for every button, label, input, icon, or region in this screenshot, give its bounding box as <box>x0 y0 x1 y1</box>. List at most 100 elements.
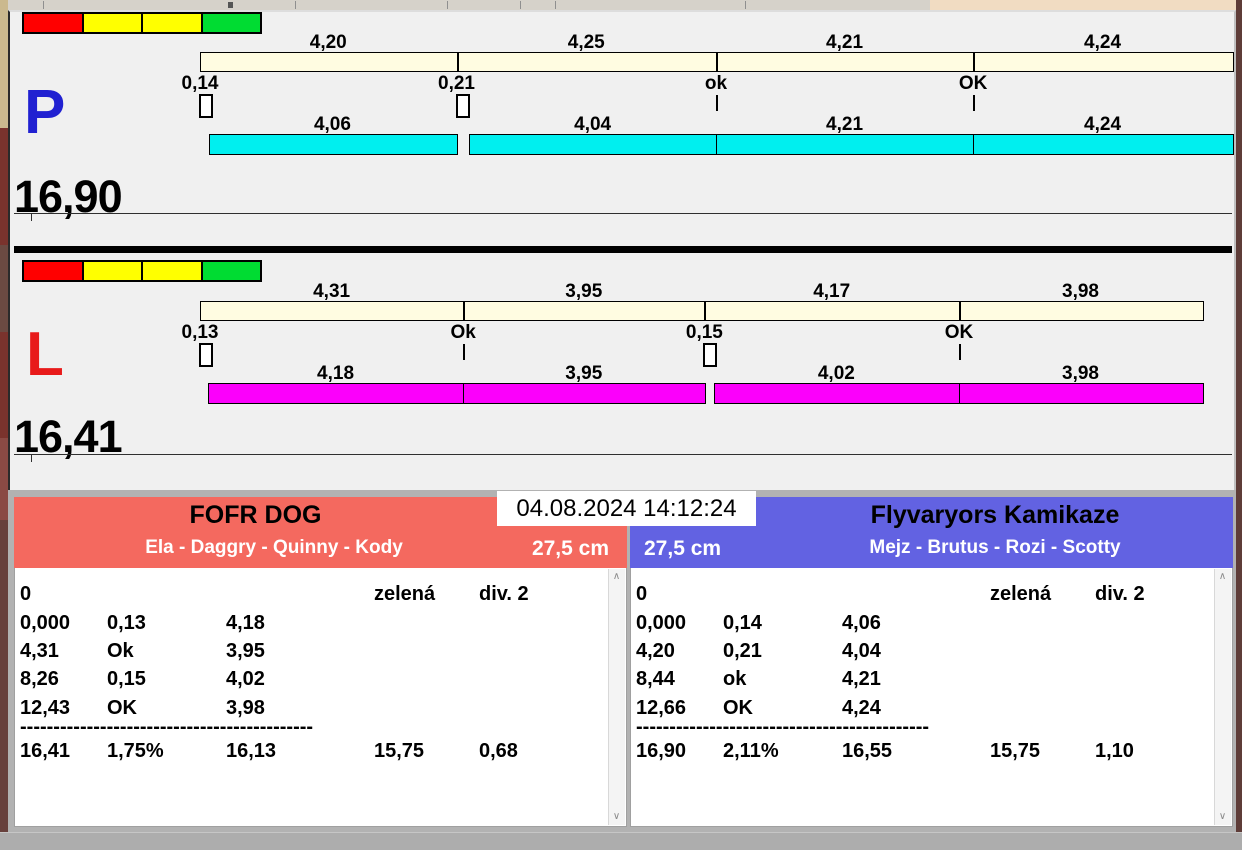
team-right-results-table: 0 zelená div. 2 0,000 0,14 4,06 4,20 0,21 4,04 8,… <box>631 568 1215 826</box>
result-cell: 4,31 <box>20 640 59 662</box>
lane-l-traffic-lights <box>22 260 262 282</box>
gross-split-label: 4,17 <box>813 281 851 302</box>
team-left-scrollbar[interactable]: ∧ ∨ <box>608 569 625 825</box>
background-toolbar-strip <box>0 0 1242 10</box>
summary-row: 16,90 2,11% 16,55 15,75 1,10 <box>631 740 1215 766</box>
crossing-marker-box <box>455 94 470 118</box>
summary-cell: 15,75 <box>990 740 1041 762</box>
gross-bar-separator <box>463 301 466 321</box>
result-cell: 0,13 <box>107 612 146 634</box>
result-row: 8,44 ok 4,21 <box>631 668 1215 694</box>
summary-cell: 16,55 <box>842 740 893 762</box>
result-cell: 0,14 <box>723 612 762 634</box>
result-cell: 8,44 <box>636 668 675 690</box>
crossing-time-label: 0,21 <box>438 73 475 94</box>
toolbar-separator <box>555 1 556 9</box>
result-row: 0 zelená div. 2 <box>15 583 609 609</box>
result-cell: div. 2 <box>479 583 529 605</box>
summary-cell: 0,68 <box>479 740 518 762</box>
crossing-marker-tick <box>959 344 961 360</box>
scrollbar-up-icon[interactable]: ∧ <box>609 569 624 585</box>
result-cell: 4,06 <box>842 612 881 634</box>
crossing-time-label: 0,14 <box>181 73 219 94</box>
net-split-label: 4,06 <box>313 114 351 135</box>
result-cell: 4,21 <box>842 668 881 690</box>
result-cell: 0 <box>636 583 648 605</box>
lane-l-underline <box>14 454 1232 455</box>
net-time-bar-segment <box>973 134 1234 155</box>
traffic-light-3 <box>200 262 260 280</box>
result-cell: 0,21 <box>723 640 762 662</box>
team-right-results-pane[interactable]: 0 zelená div. 2 0,000 0,14 4,06 4,20 0,21 4,04 8,… <box>630 568 1233 827</box>
crossing-marker-tick <box>973 95 976 111</box>
team-left-jump-height: 27,5 cm <box>531 537 609 560</box>
result-row: 4,31 Ok 3,95 <box>15 640 609 666</box>
summary-cell: 16,90 <box>636 740 687 762</box>
crossing-marker-tick <box>716 95 718 111</box>
sliver-block <box>0 438 8 520</box>
gross-split-label: 4,31 <box>313 281 351 302</box>
lane-l-total-time: 16,41 <box>14 411 123 462</box>
net-time-bar-segment <box>716 134 976 155</box>
net-time-bar-segment <box>959 383 1204 404</box>
gross-time-bar <box>200 301 1205 321</box>
result-row: 0 zelená div. 2 <box>631 583 1215 609</box>
scrollbar-down-icon[interactable]: ∨ <box>609 809 624 825</box>
lane-p-traffic-lights <box>22 12 262 34</box>
team-right-scrollbar[interactable]: ∧ ∨ <box>1214 569 1231 825</box>
scrollbar-up-icon[interactable]: ∧ <box>1215 569 1230 585</box>
result-cell: 3,95 <box>226 640 265 662</box>
summary-cell: 1,10 <box>1095 740 1134 762</box>
net-split-label: 4,21 <box>826 114 864 135</box>
summary-cell: 15,75 <box>374 740 425 762</box>
net-time-bar-segment <box>207 383 466 404</box>
toolbar-separator <box>447 1 448 9</box>
net-time-bar-segment <box>208 134 459 155</box>
gross-bar-separator <box>704 301 707 321</box>
sliver-block <box>0 128 8 245</box>
sliver-block <box>0 0 8 128</box>
lane-p-time-chart: 4,20 0,14 4,06 4,25 0,21 4,04 4,21 ok 4,21 4,24 OK… <box>182 32 1234 158</box>
sliver-block <box>0 332 8 438</box>
lane-divider <box>14 246 1232 253</box>
gross-bar-separator <box>973 52 976 72</box>
net-split-label: 4,02 <box>817 363 855 384</box>
toolbar-separator <box>745 1 746 9</box>
toolbar-separator <box>295 1 296 9</box>
traffic-light-3 <box>200 14 260 32</box>
toolbar-separator <box>520 1 521 9</box>
gross-split-label: 3,95 <box>565 281 603 302</box>
net-split-label: 4,18 <box>317 363 355 384</box>
net-split-label: 4,24 <box>1084 114 1122 135</box>
crossing-time-label: Ok <box>450 322 476 343</box>
summary-cell: 1,75% <box>107 740 164 762</box>
traffic-light-0 <box>24 262 82 280</box>
summary-cell: 16,13 <box>226 740 277 762</box>
results-divider-dashes: ----------------------------------------… <box>636 716 930 738</box>
crossing-marker-tick <box>463 344 466 360</box>
traffic-light-2 <box>141 262 201 280</box>
lane-l-time-chart: 4,31 0,13 4,18 3,95 Ok 3,95 4,17 0,15 4,02 3,98 OK… <box>182 281 1232 407</box>
scrollbar-down-icon[interactable]: ∨ <box>1215 809 1230 825</box>
gross-split-label: 4,24 <box>1084 32 1122 53</box>
traffic-light-0 <box>24 14 82 32</box>
lane-p-notch <box>31 214 32 221</box>
result-row: 0,000 0,14 4,06 <box>631 612 1215 638</box>
traffic-light-1 <box>81 14 141 32</box>
gross-bar-separator <box>959 301 961 321</box>
team-right-dogs: Mejz - Brutus - Rozi - Scotty <box>869 537 1121 558</box>
result-cell: div. 2 <box>1095 583 1145 605</box>
result-row: 4,20 0,21 4,04 <box>631 640 1215 666</box>
team-left-name: FOFR DOG <box>189 501 322 529</box>
net-split-label: 3,98 <box>1062 363 1099 384</box>
date-time-display: 04.08.2024 14:12:24 <box>497 491 756 526</box>
result-cell: ok <box>723 668 747 690</box>
lane-p-letter: P <box>24 78 66 147</box>
toolbar-mark <box>228 2 233 8</box>
net-split-label: 4,04 <box>574 114 612 135</box>
result-cell: 0,000 <box>20 612 71 634</box>
gross-split-label: 4,20 <box>309 32 347 53</box>
team-left-results-pane[interactable]: 0 zelená div. 2 0,000 0,13 4,18 4,31 Ok 3,95 8,26… <box>14 568 627 827</box>
traffic-light-2 <box>141 14 201 32</box>
result-cell: 4,02 <box>226 668 265 690</box>
